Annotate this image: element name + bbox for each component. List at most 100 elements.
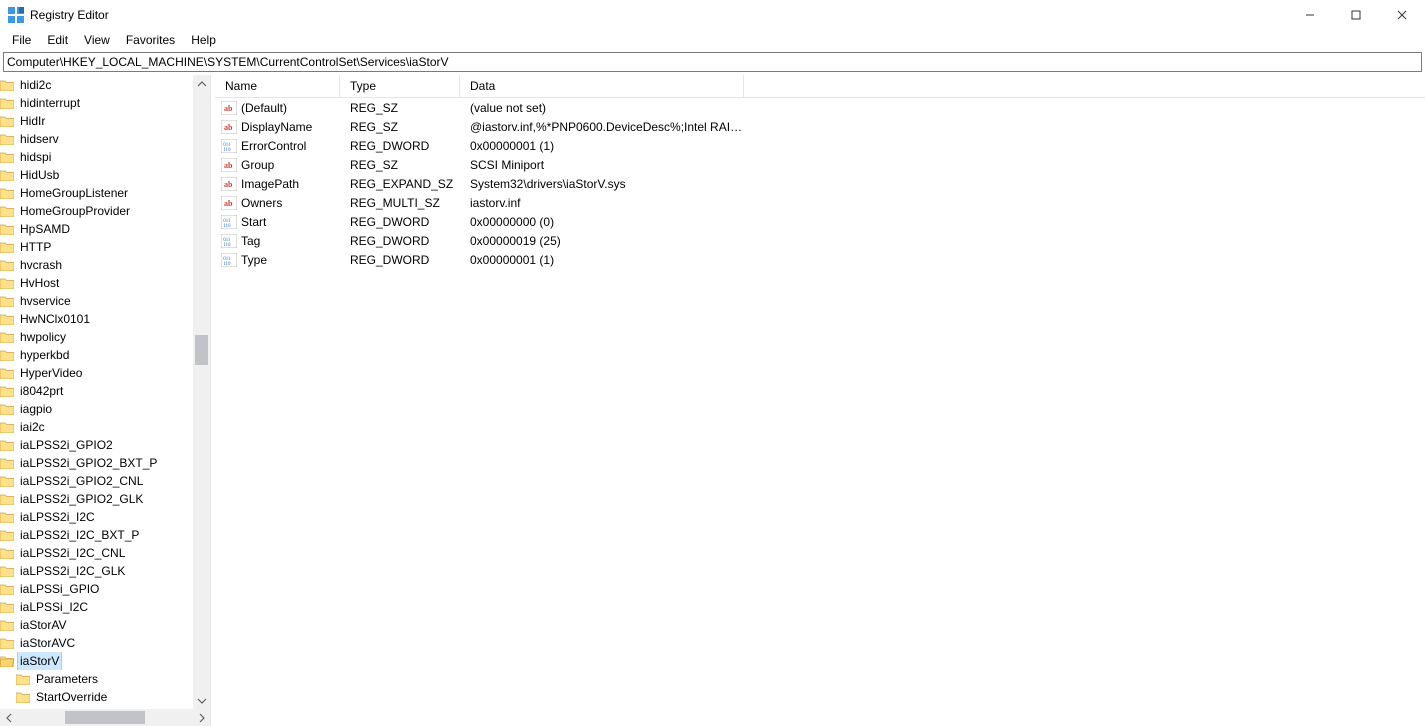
tree-item[interactable]: iaStorAV	[0, 616, 210, 634]
folder-icon	[0, 187, 14, 199]
tree-item[interactable]: iaStorAVC	[0, 634, 210, 652]
tree-scroll[interactable]: hidi2chidinterruptHidIrhidservhidspiHidU…	[0, 75, 210, 709]
menu-edit[interactable]: Edit	[39, 32, 76, 48]
tree-item[interactable]: HomeGroupProvider	[0, 202, 210, 220]
vscrollbar-thumb[interactable]	[195, 335, 208, 365]
tree-vscrollbar[interactable]	[193, 75, 210, 709]
tree-item[interactable]: StartOverride	[0, 688, 210, 706]
window-title: Registry Editor	[30, 8, 109, 22]
tree-item-label: HomeGroupListener	[18, 184, 130, 202]
column-name[interactable]: Name	[215, 75, 340, 97]
value-name-cell: Start	[215, 215, 340, 229]
tree-item[interactable]: iaLPSS2i_I2C_CNL	[0, 544, 210, 562]
value-name-cell: ErrorControl	[215, 139, 340, 153]
value-row[interactable]: ImagePathREG_EXPAND_SZSystem32\drivers\i…	[215, 174, 1425, 193]
tree-item[interactable]: hidspi	[0, 148, 210, 166]
column-type[interactable]: Type	[340, 75, 460, 97]
tree-item[interactable]: HidUsb	[0, 166, 210, 184]
tree-item[interactable]: iaStorV	[0, 652, 210, 670]
value-name: Type	[241, 253, 267, 267]
value-data: 0x00000001 (1)	[460, 253, 744, 267]
tree-item[interactable]: HyperVideo	[0, 364, 210, 382]
tree-item[interactable]: hyperkbd	[0, 346, 210, 364]
tree-item[interactable]: iaLPSS2i_GPIO2_CNL	[0, 472, 210, 490]
tree-item[interactable]: Parameters	[0, 670, 210, 688]
tree-item[interactable]: hidi2c	[0, 76, 210, 94]
tree-item[interactable]: HomeGroupListener	[0, 184, 210, 202]
values-list[interactable]: (Default)REG_SZ(value not set)DisplayNam…	[215, 98, 1425, 726]
value-name-cell: Type	[215, 253, 340, 267]
value-name-cell: DisplayName	[215, 120, 340, 134]
value-name-cell: Group	[215, 158, 340, 172]
close-button[interactable]	[1379, 0, 1425, 30]
value-row[interactable]: TagREG_DWORD0x00000019 (25)	[215, 231, 1425, 250]
value-type: REG_DWORD	[340, 139, 460, 153]
value-row[interactable]: DisplayNameREG_SZ@iastorv.inf,%*PNP0600.…	[215, 117, 1425, 136]
tree-item[interactable]: iaLPSS2i_I2C_BXT_P	[0, 526, 210, 544]
address-input[interactable]: Computer\HKEY_LOCAL_MACHINE\SYSTEM\Curre…	[3, 52, 1422, 72]
hscrollbar-track[interactable]	[17, 709, 193, 726]
tree-item[interactable]: iaLPSS2i_GPIO2_BXT_P	[0, 454, 210, 472]
hscrollbar-thumb[interactable]	[65, 711, 145, 724]
tree-item-label: iagpio	[18, 400, 54, 418]
tree-item[interactable]: iaLPSS2i_I2C	[0, 508, 210, 526]
folder-icon	[0, 529, 14, 541]
tree-item[interactable]: HwNClx0101	[0, 310, 210, 328]
tree-item[interactable]: hvservice	[0, 292, 210, 310]
main-split: hidi2chidinterruptHidIrhidservhidspiHidU…	[0, 75, 1425, 726]
tree-item[interactable]: hvcrash	[0, 256, 210, 274]
value-name-cell: (Default)	[215, 101, 340, 115]
tree-item[interactable]: iaLPSS2i_I2C_GLK	[0, 562, 210, 580]
tree-item[interactable]: hidinterrupt	[0, 94, 210, 112]
tree-item[interactable]: iaLPSSi_GPIO	[0, 580, 210, 598]
value-data: 0x00000001 (1)	[460, 139, 744, 153]
tree-item-label: iaLPSSi_GPIO	[18, 580, 101, 598]
folder-icon	[0, 601, 14, 613]
value-name: Tag	[241, 234, 260, 248]
value-row[interactable]: OwnersREG_MULTI_SZiastorv.inf	[215, 193, 1425, 212]
tree-item[interactable]: hwpolicy	[0, 328, 210, 346]
tree-item-label: hvservice	[18, 292, 73, 310]
tree-item[interactable]: HTTP	[0, 238, 210, 256]
folder-icon	[0, 259, 14, 271]
menu-view[interactable]: View	[76, 32, 118, 48]
value-row[interactable]: GroupREG_SZSCSI Miniport	[215, 155, 1425, 174]
value-row[interactable]: TypeREG_DWORD0x00000001 (1)	[215, 250, 1425, 269]
tree-hscrollbar[interactable]	[0, 709, 210, 726]
menu-favorites[interactable]: Favorites	[118, 32, 183, 48]
tree-item[interactable]: iagpio	[0, 400, 210, 418]
folder-icon	[0, 151, 14, 163]
value-row[interactable]: ErrorControlREG_DWORD0x00000001 (1)	[215, 136, 1425, 155]
menu-file[interactable]: File	[4, 32, 39, 48]
folder-icon	[0, 205, 14, 217]
caption-buttons	[1287, 0, 1425, 30]
folder-icon	[0, 655, 14, 667]
scroll-down-button[interactable]	[193, 692, 210, 709]
scroll-left-button[interactable]	[0, 709, 17, 726]
value-name-cell: Owners	[215, 196, 340, 210]
tree-item[interactable]: HpSAMD	[0, 220, 210, 238]
tree-item[interactable]: iaLPSS2i_GPIO2_GLK	[0, 490, 210, 508]
tree-item[interactable]: iai2c	[0, 418, 210, 436]
titlebar[interactable]: Registry Editor	[0, 0, 1425, 30]
tree-item[interactable]: hidserv	[0, 130, 210, 148]
tree-item[interactable]: HidIr	[0, 112, 210, 130]
tree-item[interactable]: iaLPSSi_I2C	[0, 598, 210, 616]
menubar: File Edit View Favorites Help	[0, 30, 1425, 50]
tree-item[interactable]: iaLPSS2i_GPIO2	[0, 436, 210, 454]
value-row[interactable]: StartREG_DWORD0x00000000 (0)	[215, 212, 1425, 231]
folder-icon	[0, 133, 14, 145]
column-data[interactable]: Data	[460, 75, 744, 97]
menu-help[interactable]: Help	[183, 32, 224, 48]
tree-item[interactable]: i8042prt	[0, 382, 210, 400]
tree-item-label: iaLPSS2i_I2C_CNL	[18, 544, 127, 562]
maximize-button[interactable]	[1333, 0, 1379, 30]
minimize-button[interactable]	[1287, 0, 1333, 30]
value-row[interactable]: (Default)REG_SZ(value not set)	[215, 98, 1425, 117]
folder-icon	[0, 547, 14, 559]
tree-item[interactable]: HvHost	[0, 274, 210, 292]
scroll-right-button[interactable]	[193, 709, 210, 726]
addressbar-container: Computer\HKEY_LOCAL_MACHINE\SYSTEM\Curre…	[0, 50, 1425, 75]
value-name: DisplayName	[241, 120, 312, 134]
scroll-up-button[interactable]	[193, 75, 210, 92]
